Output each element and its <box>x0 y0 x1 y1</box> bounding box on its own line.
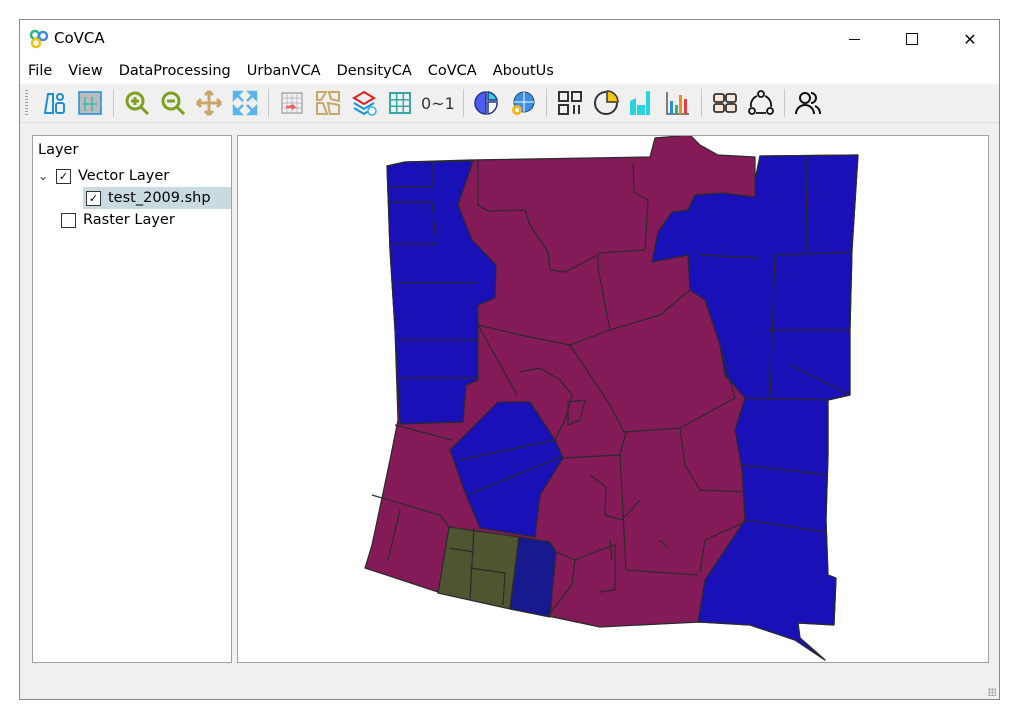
menu-file[interactable]: File <box>20 63 60 79</box>
menu-aboutus[interactable]: AboutUs <box>485 63 562 79</box>
app-window: CoVCA ✕ File View DataProcessing UrbanVC… <box>19 19 1000 700</box>
users-icon[interactable] <box>793 88 823 118</box>
layout-panels-icon[interactable] <box>39 88 69 118</box>
qr-sort-icon[interactable] <box>555 88 585 118</box>
map-region-olive <box>437 526 520 610</box>
raster-layer-checkbox[interactable] <box>61 212 76 228</box>
raster-export-icon[interactable] <box>277 88 307 118</box>
chevron-down-icon[interactable]: ⌄ <box>38 169 56 183</box>
raster-layer-label: Raster Layer <box>83 212 175 228</box>
map-svg <box>364 136 859 661</box>
zoom-out-icon[interactable] <box>158 88 188 118</box>
grid-icon[interactable] <box>385 88 415 118</box>
minimize-button[interactable] <box>825 20 883 58</box>
layer-stack-icon[interactable] <box>349 88 379 118</box>
toolbar: 0~1 <box>20 84 999 123</box>
vector-layer-checkbox[interactable]: ✓ <box>56 168 71 184</box>
tree-item-vector-layer[interactable]: ⌄ ✓ Vector Layer <box>38 165 169 187</box>
grid-view-icon[interactable] <box>75 88 105 118</box>
toolbar-separator <box>268 89 269 117</box>
bar-chart-icon[interactable] <box>663 88 693 118</box>
pan-icon[interactable] <box>194 88 224 118</box>
toolbar-separator <box>783 89 785 117</box>
title-bar: CoVCA ✕ <box>20 20 999 58</box>
pie-chart-icon[interactable] <box>472 88 502 118</box>
pie-progress-icon[interactable] <box>591 88 621 118</box>
menu-urbanvca[interactable]: UrbanVCA <box>239 63 329 79</box>
full-extent-icon[interactable] <box>230 88 260 118</box>
close-button[interactable]: ✕ <box>941 20 999 58</box>
menu-view[interactable]: View <box>60 63 110 79</box>
vector-parcels-icon[interactable] <box>313 88 343 118</box>
maximize-button[interactable] <box>883 20 941 58</box>
toolbar-separator <box>462 89 464 117</box>
app-logo-icon <box>29 29 49 49</box>
city-buildings-icon[interactable] <box>627 88 657 118</box>
menu-densityca[interactable]: DensityCA <box>329 63 420 79</box>
file-layer-checkbox[interactable]: ✓ <box>86 190 101 206</box>
toolbar-separator <box>700 89 702 117</box>
layer-panel-title: Layer <box>38 142 79 158</box>
menu-covca[interactable]: CoVCA <box>420 63 485 79</box>
menu-dataprocessing[interactable]: DataProcessing <box>111 63 239 79</box>
tree-item-raster-layer[interactable]: Raster Layer <box>61 209 175 231</box>
toolbar-separator <box>113 89 114 117</box>
toolbar-grip[interactable] <box>25 90 28 116</box>
zoom-in-icon[interactable] <box>122 88 152 118</box>
window-title: CoVCA <box>54 29 105 47</box>
resize-grip[interactable] <box>988 688 996 696</box>
map-canvas[interactable] <box>237 135 989 663</box>
tree-item-test-2009[interactable]: ✓ test_2009.shp <box>83 187 231 209</box>
globe-gear-icon[interactable] <box>508 88 538 118</box>
modules-icon[interactable] <box>710 88 740 118</box>
file-layer-label: test_2009.shp <box>108 190 211 206</box>
cycle-icon[interactable] <box>746 88 776 118</box>
vector-layer-label: Vector Layer <box>78 168 170 184</box>
layer-panel: Layer ⌄ ✓ Vector Layer ✓ test_2009.shp R… <box>32 135 232 663</box>
normalize-button[interactable]: 0~1 <box>421 94 455 113</box>
map-region-navy <box>509 536 557 618</box>
menu-bar: File View DataProcessing UrbanVCA Densit… <box>20 58 999 84</box>
toolbar-separator <box>545 89 547 117</box>
